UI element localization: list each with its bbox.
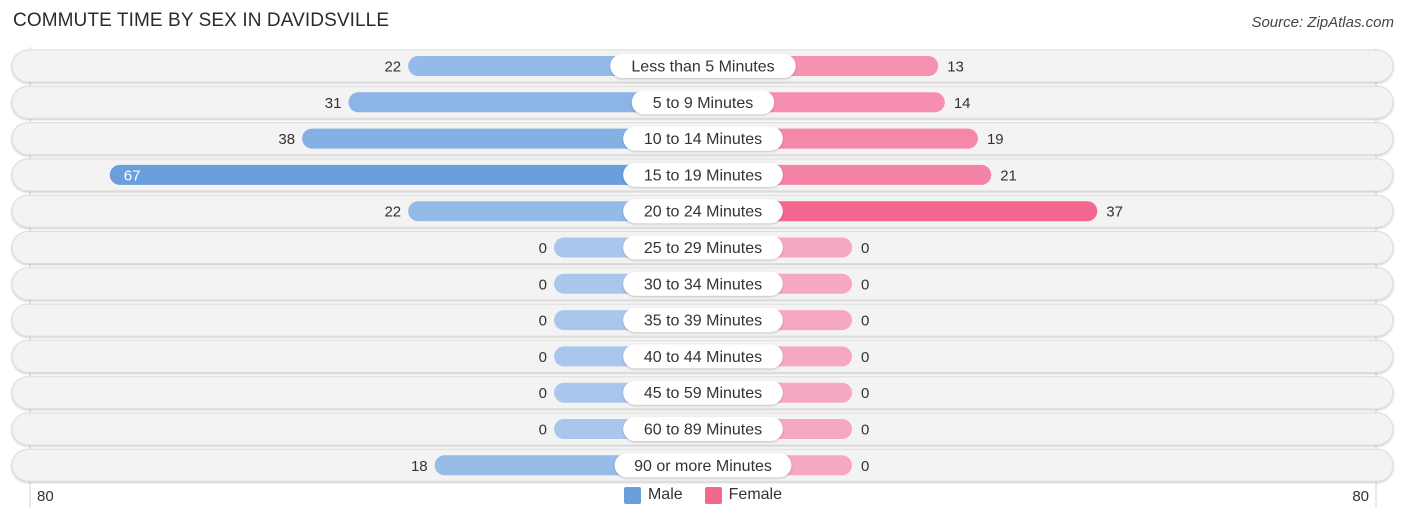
- category-label: 45 to 59 Minutes: [644, 385, 762, 402]
- legend-item-male: Male: [623, 486, 683, 504]
- legend-label-female: Female: [728, 486, 783, 503]
- value-label-male: 67: [124, 167, 141, 184]
- value-label-female: 0: [861, 313, 869, 330]
- category-label: 15 to 19 Minutes: [644, 167, 762, 184]
- value-label-female: 14: [954, 95, 971, 112]
- category-label: 60 to 89 Minutes: [644, 422, 762, 439]
- legend-swatch-female: [704, 486, 722, 504]
- value-label-male: 0: [539, 313, 547, 330]
- value-label-female: 0: [861, 422, 869, 439]
- category-label: 90 or more Minutes: [634, 458, 772, 475]
- value-label-female: 37: [1106, 204, 1123, 221]
- category-label: 5 to 9 Minutes: [653, 95, 754, 112]
- category-label: Less than 5 Minutes: [631, 59, 774, 76]
- value-label-female: 0: [861, 349, 869, 366]
- value-label-female: 0: [861, 385, 869, 402]
- value-label-male: 0: [539, 240, 547, 257]
- value-label-female: 0: [861, 276, 869, 293]
- category-label: 25 to 29 Minutes: [644, 240, 762, 257]
- value-label-male: 38: [278, 131, 295, 148]
- category-label: 35 to 39 Minutes: [644, 313, 762, 330]
- value-label-male: 0: [539, 422, 547, 439]
- category-label: 30 to 34 Minutes: [644, 276, 762, 293]
- chart-canvas: 22 13 Less than 5 Minutes 31 14 5 to 9 Minute…: [11, 47, 1394, 508]
- value-label-male: 0: [539, 385, 547, 402]
- value-label-female: 0: [861, 458, 869, 475]
- value-label-female: 0: [861, 240, 869, 257]
- legend-swatch-male: [623, 486, 641, 504]
- value-label-female: 21: [1000, 167, 1017, 184]
- category-label: 20 to 24 Minutes: [644, 204, 762, 221]
- bar-male: [109, 164, 704, 185]
- legend-item-female: Female: [704, 486, 783, 504]
- value-label-female: 19: [987, 131, 1004, 148]
- legend: Male Female: [0, 486, 1406, 504]
- value-label-male: 22: [384, 204, 401, 221]
- category-label: 40 to 44 Minutes: [644, 349, 762, 366]
- value-label-male: 22: [384, 59, 401, 76]
- value-label-male: 0: [539, 276, 547, 293]
- value-label-male: 0: [539, 349, 547, 366]
- value-label-male: 31: [325, 95, 342, 112]
- value-label-female: 13: [947, 59, 964, 76]
- value-label-male: 18: [411, 458, 428, 475]
- legend-label-male: Male: [647, 486, 683, 503]
- category-label: 10 to 14 Minutes: [644, 131, 762, 148]
